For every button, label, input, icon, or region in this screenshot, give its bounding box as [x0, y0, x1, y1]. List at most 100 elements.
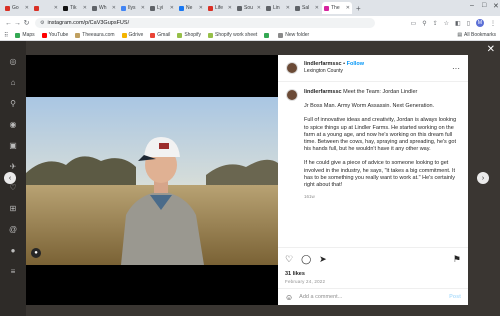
- bookmark-item[interactable]: Gmail: [150, 32, 170, 38]
- close-window-icon[interactable]: ✕: [493, 2, 499, 10]
- extensions-icon[interactable]: ◧: [455, 20, 461, 27]
- browser-tab[interactable]: Lin ✕: [264, 2, 292, 14]
- browser-tab[interactable]: Sal ✕: [293, 2, 321, 14]
- follow-button[interactable]: Follow: [347, 61, 364, 67]
- explore-icon[interactable]: ◉: [10, 120, 17, 129]
- create-icon[interactable]: ⊞: [10, 204, 17, 213]
- browser-tab[interactable]: Life ✕: [206, 2, 234, 14]
- tab-close-icon[interactable]: ✕: [228, 5, 232, 11]
- bookmark-favicon-icon: [208, 32, 214, 38]
- tab-close-icon[interactable]: ✕: [346, 5, 350, 11]
- home-icon[interactable]: ⌂: [11, 78, 16, 87]
- previous-post-icon[interactable]: ‹: [4, 172, 16, 184]
- more-options-icon[interactable]: ···: [452, 64, 460, 73]
- more-menu-icon[interactable]: ≡: [11, 267, 16, 276]
- tab-favicon-icon: [295, 5, 300, 11]
- bookmark-item[interactable]: Shopify work sheet: [208, 32, 257, 38]
- post-comment-button[interactable]: Post: [449, 294, 461, 300]
- messages-icon[interactable]: ✈: [10, 162, 17, 171]
- avatar[interactable]: [286, 62, 298, 74]
- bookmark-item[interactable]: Gdrive: [121, 32, 143, 38]
- comment-icon[interactable]: ◯: [301, 254, 311, 265]
- post-date: February 24, 2022: [285, 279, 326, 284]
- threads-icon[interactable]: @: [9, 225, 17, 234]
- username-link[interactable]: lindlerfarmssc: [304, 61, 342, 67]
- browser-tab[interactable]: Tik ✕: [61, 2, 89, 14]
- tab-close-icon[interactable]: ✕: [54, 5, 58, 11]
- browser-tab[interactable]: Sou ✕: [235, 2, 263, 14]
- tab-label: Sou: [244, 5, 253, 11]
- user-tag-icon[interactable]: ●: [31, 248, 41, 258]
- browser-tab[interactable]: The ✕: [322, 2, 352, 14]
- back-icon[interactable]: ←: [4, 20, 13, 27]
- location-link[interactable]: Lexington County: [304, 68, 364, 75]
- caption-section: lindlerfarmssc Meet the Team: Jordan Lin…: [278, 82, 468, 248]
- instagram-logo-icon[interactable]: ◎: [10, 57, 17, 66]
- cast-icon[interactable]: ▭: [411, 20, 417, 27]
- bookmark-item[interactable]: Maps: [15, 32, 35, 38]
- bookmark-item[interactable]: New folder: [278, 32, 309, 38]
- like-icon[interactable]: ♡: [285, 254, 293, 265]
- notifications-icon[interactable]: ♡: [9, 183, 16, 192]
- zoom-icon[interactable]: ⚲: [422, 20, 426, 27]
- tab-close-icon[interactable]: ✕: [83, 5, 87, 11]
- comment-input[interactable]: Add a comment...: [299, 294, 342, 300]
- bookmark-favicon-icon: [150, 32, 156, 38]
- browser-tab[interactable]: Ilys ✕: [119, 2, 147, 14]
- bookmark-item[interactable]: Theeaura.com: [75, 32, 115, 38]
- tab-favicon-icon: [266, 5, 271, 11]
- like-count[interactable]: 31 likes: [285, 271, 461, 277]
- tab-close-icon[interactable]: ✕: [286, 5, 290, 11]
- reels-icon[interactable]: ▣: [9, 141, 17, 150]
- new-tab-button[interactable]: +: [356, 4, 361, 13]
- caption-username[interactable]: lindlerfarmssc: [304, 89, 342, 95]
- post-actions: ♡ ◯ ➤ ⚑ 31 likes February 24, 2022: [278, 247, 468, 284]
- tab-favicon-icon: [208, 5, 213, 11]
- tab-label: The: [331, 5, 340, 11]
- bookmark-item[interactable]: Shopify: [177, 32, 201, 38]
- caption-text: lindlerfarmssc Meet the Team: Jordan Lin…: [304, 89, 460, 248]
- share-icon[interactable]: ➤: [319, 254, 327, 265]
- browser-tab[interactable]: Ne ✕: [177, 2, 205, 14]
- apps-grid-icon[interactable]: ⠿: [4, 32, 8, 39]
- tab-close-icon[interactable]: ✕: [257, 5, 261, 11]
- profile-avatar[interactable]: M: [476, 19, 484, 27]
- caption-avatar[interactable]: [286, 89, 298, 101]
- bookmark-star-icon[interactable]: ☆: [444, 20, 449, 27]
- site-info-icon[interactable]: ⚙: [40, 20, 44, 26]
- tab-close-icon[interactable]: ✕: [199, 5, 203, 11]
- bookmark-item[interactable]: [264, 32, 271, 38]
- profile-icon[interactable]: ●: [11, 246, 16, 255]
- bookmark-favicon-icon: [264, 32, 270, 38]
- emoji-icon[interactable]: ☺: [285, 293, 293, 302]
- menu-dots-icon[interactable]: ⋮: [490, 20, 496, 27]
- tab-close-icon[interactable]: ✕: [112, 5, 116, 11]
- search-icon[interactable]: ⚲: [10, 99, 16, 108]
- minimize-icon[interactable]: –: [470, 2, 474, 9]
- tab-favicon-icon: [237, 5, 242, 11]
- post-photo[interactable]: ●: [26, 55, 278, 305]
- forward-icon[interactable]: →: [13, 20, 22, 27]
- side-panel-icon[interactable]: ▯: [467, 20, 470, 27]
- tab-label: Sal: [302, 5, 310, 11]
- browser-tab[interactable]: Go ✕: [3, 2, 31, 14]
- maximize-icon[interactable]: □: [482, 2, 486, 9]
- tab-label: Wh: [99, 5, 107, 11]
- next-post-icon[interactable]: ›: [477, 172, 489, 184]
- close-modal-icon[interactable]: ✕: [487, 44, 495, 55]
- save-icon[interactable]: ⚑: [453, 254, 461, 265]
- bookmark-label: Gmail: [157, 32, 171, 38]
- all-bookmarks[interactable]: ▤ All Bookmarks: [457, 32, 496, 38]
- tab-close-icon[interactable]: ✕: [141, 5, 145, 11]
- tab-close-icon[interactable]: ✕: [25, 5, 29, 11]
- post-header: lindlerfarmssc • Follow Lexington County…: [278, 55, 468, 82]
- tab-close-icon[interactable]: ✕: [315, 5, 319, 11]
- tab-close-icon[interactable]: ✕: [170, 5, 174, 11]
- bookmark-item[interactable]: YouTube: [41, 32, 68, 38]
- browser-tab[interactable]: Wh ✕: [90, 2, 118, 14]
- browser-tab[interactable]: ✕: [32, 2, 60, 14]
- reload-icon[interactable]: ↻: [22, 19, 31, 27]
- share-icon[interactable]: ⇪: [433, 20, 438, 27]
- address-bar[interactable]: ⚙ instagram.com/p/CaV3GupsFUS/: [35, 18, 375, 28]
- browser-tab[interactable]: Lyi ✕: [148, 2, 176, 14]
